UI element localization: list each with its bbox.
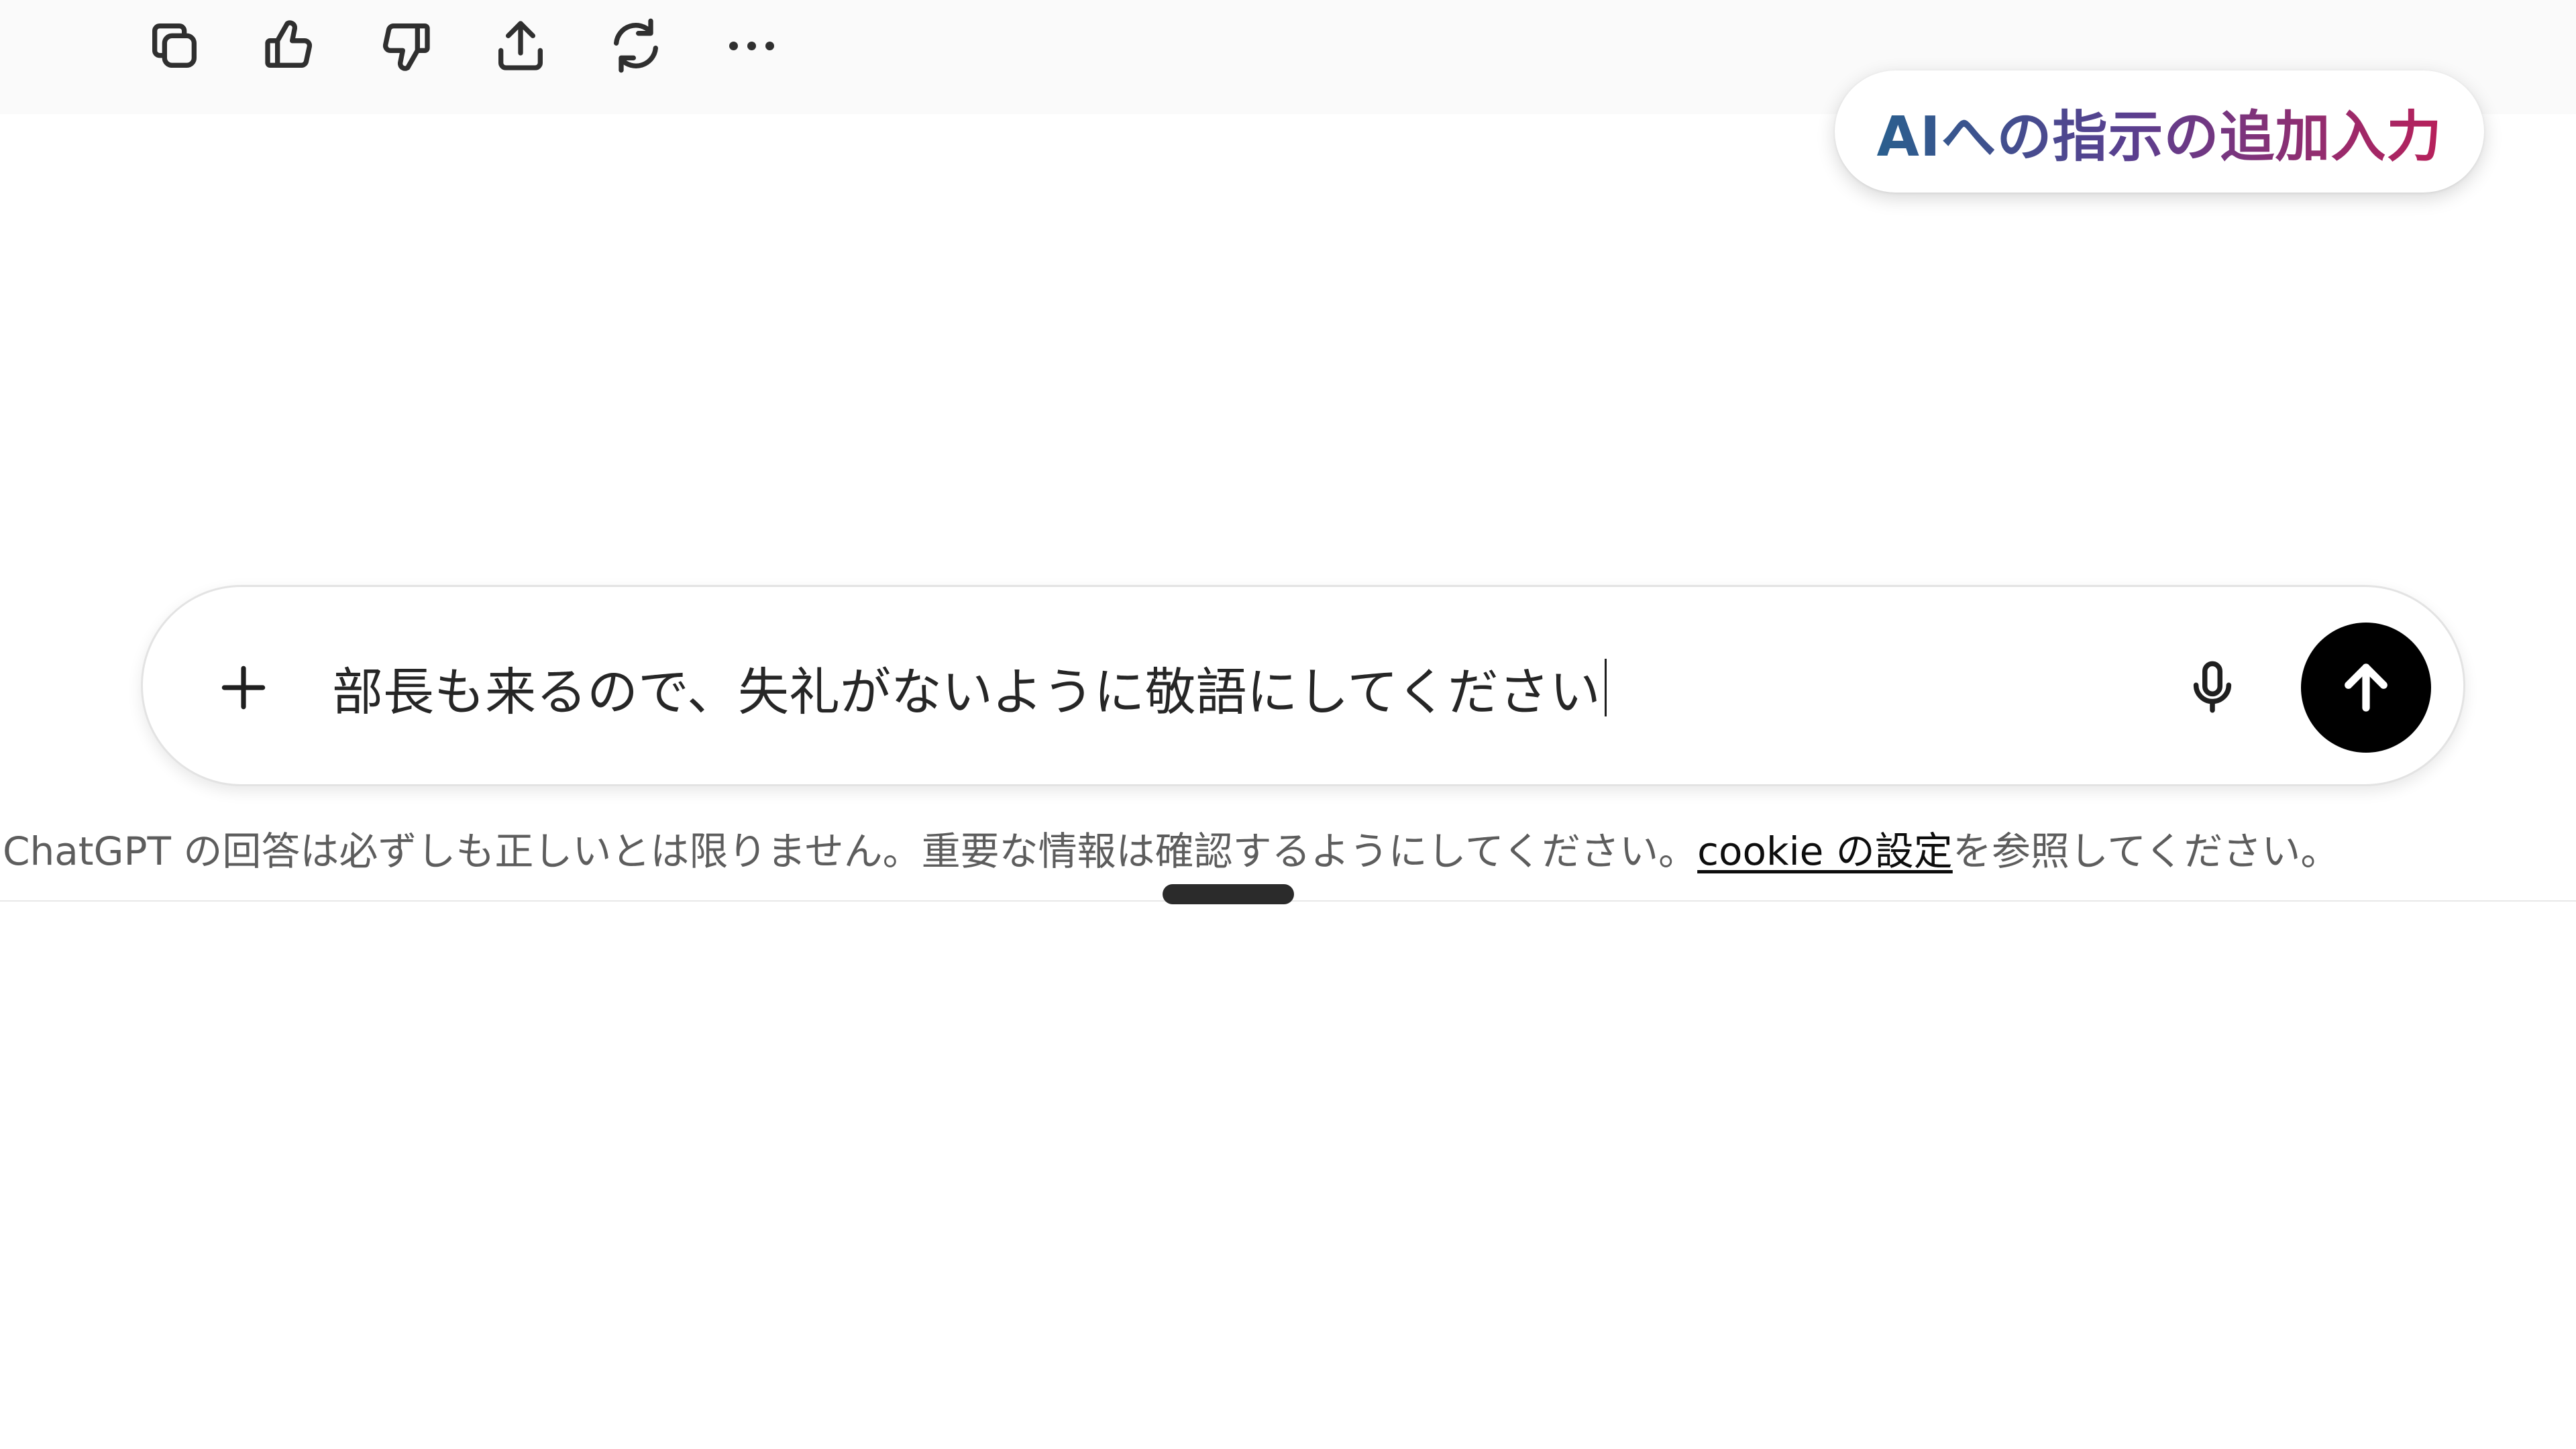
disclaimer-tail: を参照してください。 (1952, 828, 2340, 874)
drag-handle[interactable] (1163, 884, 1294, 904)
prompt-text: 部長も来るので、失礼がないように敬語にしてください (332, 662, 1601, 722)
copy-icon (152, 23, 197, 68)
voice-input-button[interactable] (2176, 651, 2249, 724)
thumbs-up-button[interactable] (256, 12, 323, 79)
thumbs-down-icon (382, 23, 430, 71)
copy-button[interactable] (141, 12, 208, 79)
caption-pill: AIへの指示の追加入力 (1835, 70, 2484, 193)
attach-button[interactable] (210, 654, 277, 721)
thumbs-down-button[interactable] (372, 12, 439, 79)
refresh-icon (614, 18, 658, 73)
cookie-settings-link[interactable]: cookie の設定 (1697, 828, 1953, 874)
thumbs-up-icon (265, 20, 313, 68)
regenerate-button[interactable] (602, 12, 669, 79)
prompt-input[interactable]: 部長も来るので、失礼がないように敬語にしてください (332, 647, 2110, 728)
share-icon (498, 21, 543, 70)
microphone-icon (2193, 661, 2232, 713)
plus-icon (221, 665, 266, 710)
arrow-up-icon (2345, 663, 2387, 712)
prompt-composer: 部長も来るので、失礼がないように敬語にしてください (141, 585, 2465, 786)
more-horizontal-icon (729, 41, 774, 50)
disclaimer-text: ChatGPT の回答は必ずしも正しいとは限りません。重要な情報は確認するように… (3, 820, 2576, 876)
share-button[interactable] (487, 12, 554, 79)
disclaimer-main: ChatGPT の回答は必ずしも正しいとは限りません。重要な情報は確認するように… (3, 828, 1698, 874)
caption-text: AIへの指示の追加入力 (1877, 92, 2443, 172)
send-button[interactable] (2301, 623, 2431, 753)
more-button[interactable] (718, 12, 785, 79)
text-caret (1604, 659, 1607, 716)
message-action-bar (141, 12, 785, 79)
